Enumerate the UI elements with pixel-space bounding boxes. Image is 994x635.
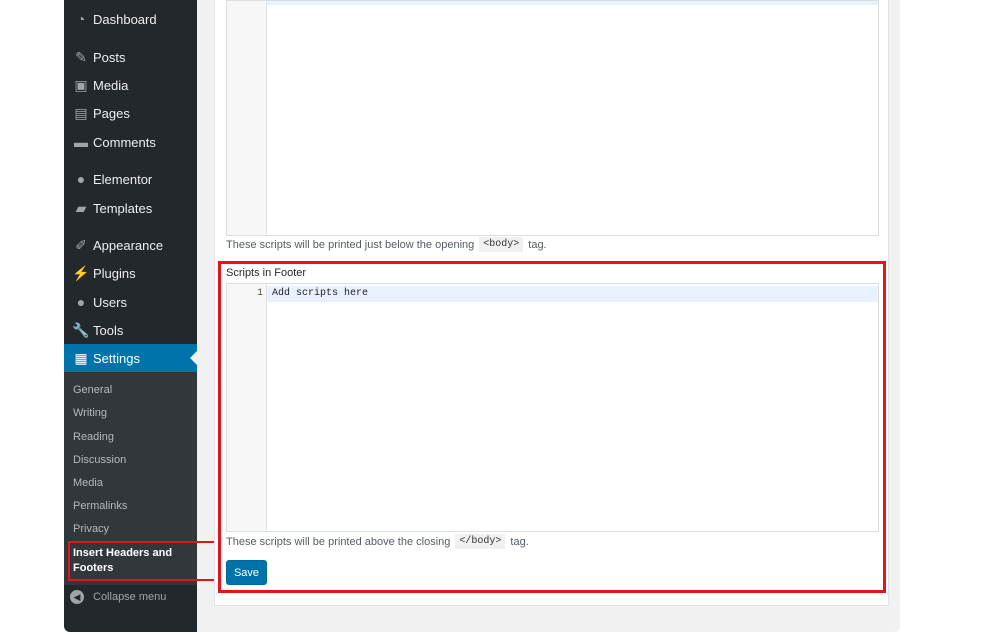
- sidebar-item-users[interactable]: ● Users: [64, 288, 197, 316]
- wrench-icon: 🔧: [72, 321, 90, 338]
- closing-body-tag-code: </body>: [455, 534, 506, 549]
- submenu-item-writing[interactable]: Writing: [73, 407, 107, 419]
- editor-placeholder-text: Add scripts here: [272, 288, 369, 299]
- pages-icon: ▤: [74, 104, 88, 121]
- dashboard-icon: ◔: [76, 11, 86, 27]
- pin-icon: ✎: [75, 48, 87, 65]
- submenu-item-privacy[interactable]: Privacy: [73, 523, 109, 535]
- sidebar-item-posts[interactable]: ✎ Posts: [64, 43, 197, 71]
- sidebar-item-comments[interactable]: ▬ Comments: [64, 128, 197, 156]
- line-gutter: [227, 284, 267, 531]
- settings-icon: ▦: [74, 349, 88, 366]
- plug-icon: ⚡: [72, 264, 90, 281]
- body-tag-code: <body>: [479, 237, 524, 252]
- sidebar-item-tools[interactable]: 🔧 Tools: [64, 316, 197, 344]
- sidebar-item-templates[interactable]: ▰ Templates: [64, 194, 197, 222]
- footer-scripts-editor[interactable]: 1 Add scripts here: [226, 283, 879, 532]
- footer-scripts-description: These scripts will be printed above the …: [226, 534, 529, 549]
- sidebar-item-appearance[interactable]: ✐ Appearance: [64, 231, 197, 259]
- media-icon: ▣: [74, 76, 88, 93]
- brush-icon: ✐: [75, 236, 87, 253]
- collapse-menu-label: Collapse menu: [93, 591, 167, 603]
- user-icon: ●: [76, 294, 86, 310]
- sidebar-item-dashboard[interactable]: ◔ Dashboard: [64, 5, 197, 33]
- comment-icon: ▬: [74, 134, 88, 150]
- body-scripts-editor[interactable]: [226, 0, 879, 236]
- collapse-menu-button[interactable]: ◀ Collapse menu: [70, 590, 166, 604]
- save-button[interactable]: Save: [226, 560, 267, 585]
- sidebar-item-settings[interactable]: ▦ Settings: [64, 344, 197, 372]
- submenu-item-media[interactable]: Media: [73, 477, 103, 489]
- submenu-item-insert-headers-footers[interactable]: Insert Headers and Footers: [73, 546, 183, 576]
- line-gutter: [227, 1, 267, 235]
- admin-sidebar: ◔ Dashboard ✎ Posts ▣ Media ▤ Pages ▬ Co…: [64, 0, 240, 632]
- sidebar-item-plugins[interactable]: ⚡ Plugins: [64, 259, 197, 287]
- elementor-icon: ●: [76, 171, 86, 187]
- footer-scripts-title: Scripts in Footer: [226, 267, 307, 279]
- sidebar-item-elementor[interactable]: ● Elementor: [64, 165, 197, 193]
- submenu-item-general[interactable]: General: [73, 384, 112, 396]
- submenu-item-reading[interactable]: Reading: [73, 431, 114, 443]
- submenu-item-discussion[interactable]: Discussion: [73, 454, 126, 466]
- sidebar-item-media[interactable]: ▣ Media: [64, 71, 197, 99]
- folder-icon: ▰: [75, 199, 87, 216]
- body-scripts-description: These scripts will be printed just below…: [226, 237, 547, 252]
- collapse-arrow-icon: ◀: [70, 590, 84, 604]
- active-line: [267, 1, 878, 5]
- line-number: 1: [256, 288, 263, 299]
- submenu-item-permalinks[interactable]: Permalinks: [73, 500, 127, 512]
- sidebar-item-pages[interactable]: ▤ Pages: [64, 99, 197, 127]
